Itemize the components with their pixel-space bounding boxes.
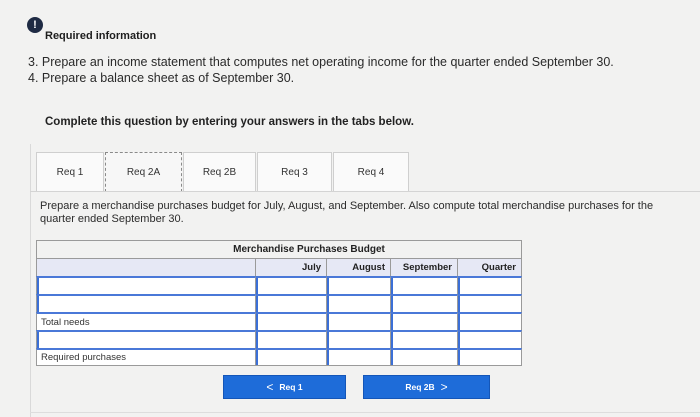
- quarter-input[interactable]: [457, 348, 522, 365]
- table-row: Required purchases: [36, 348, 522, 366]
- september-input[interactable]: [390, 330, 457, 348]
- column-header-august: August: [326, 258, 390, 276]
- header-blank: [36, 258, 255, 276]
- quarter-input[interactable]: [457, 330, 522, 348]
- tab-req-4[interactable]: Req 4: [333, 152, 409, 192]
- required-information-heading: Required information: [45, 30, 157, 42]
- table-row: [36, 294, 522, 312]
- september-input[interactable]: [390, 294, 457, 312]
- chevron-right-icon: >: [440, 380, 448, 394]
- september-input[interactable]: [390, 276, 457, 294]
- required-purchases-label: Required purchases: [36, 348, 255, 365]
- bottom-divider: [30, 412, 700, 413]
- july-input[interactable]: [255, 348, 326, 365]
- next-req-2b-button[interactable]: Req 2B >: [363, 375, 490, 399]
- column-header-july: July: [255, 258, 326, 276]
- row-label-input[interactable]: [36, 276, 255, 294]
- column-header-september: September: [390, 258, 457, 276]
- table-header-row: July August September Quarter: [36, 258, 522, 276]
- september-input[interactable]: [390, 348, 457, 365]
- tab-req-2a[interactable]: Req 2A: [105, 152, 182, 192]
- august-input[interactable]: [326, 348, 390, 365]
- complete-question-prompt: Complete this question by entering your …: [45, 116, 414, 128]
- instruction-3: 3. Prepare an income statement that comp…: [28, 55, 614, 69]
- tab-req-1[interactable]: Req 1: [36, 152, 104, 192]
- quarter-input[interactable]: [457, 276, 522, 294]
- requirement-tabs: Req 1 Req 2A Req 2B Req 3 Req 4: [36, 152, 410, 192]
- table-row: [36, 330, 522, 348]
- tab-req-2b[interactable]: Req 2B: [183, 152, 256, 192]
- prev-button-label: Req 1: [279, 382, 303, 392]
- row-label-input[interactable]: [36, 330, 255, 348]
- august-input[interactable]: [326, 276, 390, 294]
- tab-req-3[interactable]: Req 3: [257, 152, 332, 192]
- instruction-4: 4. Prepare a balance sheet as of Septemb…: [28, 71, 295, 85]
- table-row: Total needs: [36, 312, 522, 330]
- table-title: Merchandise Purchases Budget: [36, 240, 522, 258]
- column-header-quarter: Quarter: [457, 258, 522, 276]
- table-row: [36, 276, 522, 294]
- chevron-left-icon: <: [266, 380, 274, 394]
- tab-divider: [30, 191, 700, 192]
- august-input[interactable]: [326, 330, 390, 348]
- quarter-input[interactable]: [457, 294, 522, 312]
- next-button-label: Req 2B: [405, 382, 435, 392]
- july-input[interactable]: [255, 312, 326, 330]
- row-label-input[interactable]: [36, 294, 255, 312]
- july-input[interactable]: [255, 276, 326, 294]
- quarter-input[interactable]: [457, 312, 522, 330]
- august-input[interactable]: [326, 312, 390, 330]
- requirement-prompt: Prepare a merchandise purchases budget f…: [40, 200, 654, 225]
- instructions: 3. Prepare an income statement that comp…: [28, 54, 614, 86]
- september-input[interactable]: [390, 312, 457, 330]
- info-icon: !: [27, 17, 43, 33]
- august-input[interactable]: [326, 294, 390, 312]
- july-input[interactable]: [255, 330, 326, 348]
- july-input[interactable]: [255, 294, 326, 312]
- total-needs-label: Total needs: [36, 312, 255, 330]
- prev-req-1-button[interactable]: < Req 1: [223, 375, 346, 399]
- merchandise-purchases-budget-table: Merchandise Purchases Budget July August…: [36, 240, 522, 366]
